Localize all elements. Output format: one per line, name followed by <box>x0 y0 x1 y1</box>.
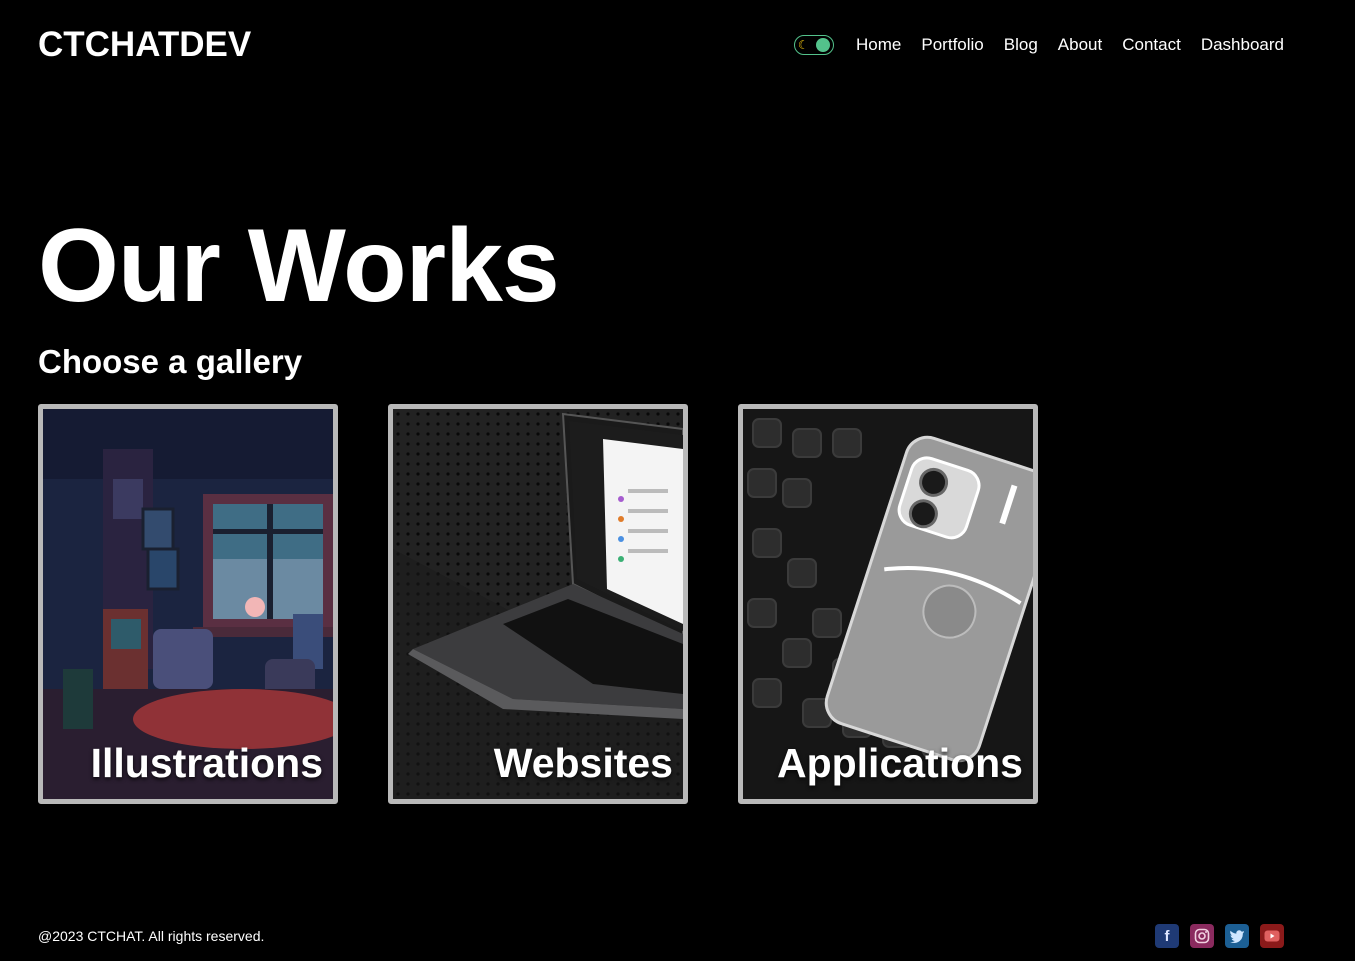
page-title: Our Works <box>38 208 560 324</box>
nav-blog-link[interactable]: Blog <box>1004 35 1038 55</box>
page-subtitle: Choose a gallery <box>38 343 303 380</box>
site-logo[interactable]: CTCHATDEV <box>38 25 251 65</box>
toggle-knob <box>816 38 831 52</box>
gallery-label-websites: Websites <box>493 740 673 786</box>
instagram-icon[interactable] <box>1190 924 1214 948</box>
site-header: CTCHATDEV ☾ Home Portfolio Blog About Co… <box>38 22 1284 68</box>
gallery-list: Illustrations Websites Applications <box>38 404 1038 804</box>
youtube-icon[interactable] <box>1260 924 1284 948</box>
nav-dashboard-link[interactable]: Dashboard <box>1201 35 1284 55</box>
copyright-text: @2023 CTCHAT. All rights reserved. <box>38 928 265 944</box>
gallery-label-illustrations: Illustrations <box>90 740 323 786</box>
facebook-icon[interactable]: f <box>1155 924 1179 948</box>
gallery-card-illustrations[interactable]: Illustrations <box>38 404 338 804</box>
moon-icon: ☾ <box>798 38 809 52</box>
nav-contact-link[interactable]: Contact <box>1122 35 1181 55</box>
gallery-card-websites[interactable]: Websites <box>388 404 688 804</box>
twitter-icon[interactable] <box>1225 924 1249 948</box>
nav-portfolio-link[interactable]: Portfolio <box>921 35 983 55</box>
social-links: f <box>1155 924 1284 948</box>
nav-home-link[interactable]: Home <box>856 35 901 55</box>
gallery-card-applications[interactable]: Applications <box>738 404 1038 804</box>
theme-toggle[interactable]: ☾ <box>794 35 835 55</box>
nav-about-link[interactable]: About <box>1058 35 1102 55</box>
gallery-label-applications: Applications <box>776 740 1023 786</box>
site-footer: @2023 CTCHAT. All rights reserved. f <box>38 924 1284 948</box>
main-nav: ☾ Home Portfolio Blog About Contact Dash… <box>794 35 1284 55</box>
